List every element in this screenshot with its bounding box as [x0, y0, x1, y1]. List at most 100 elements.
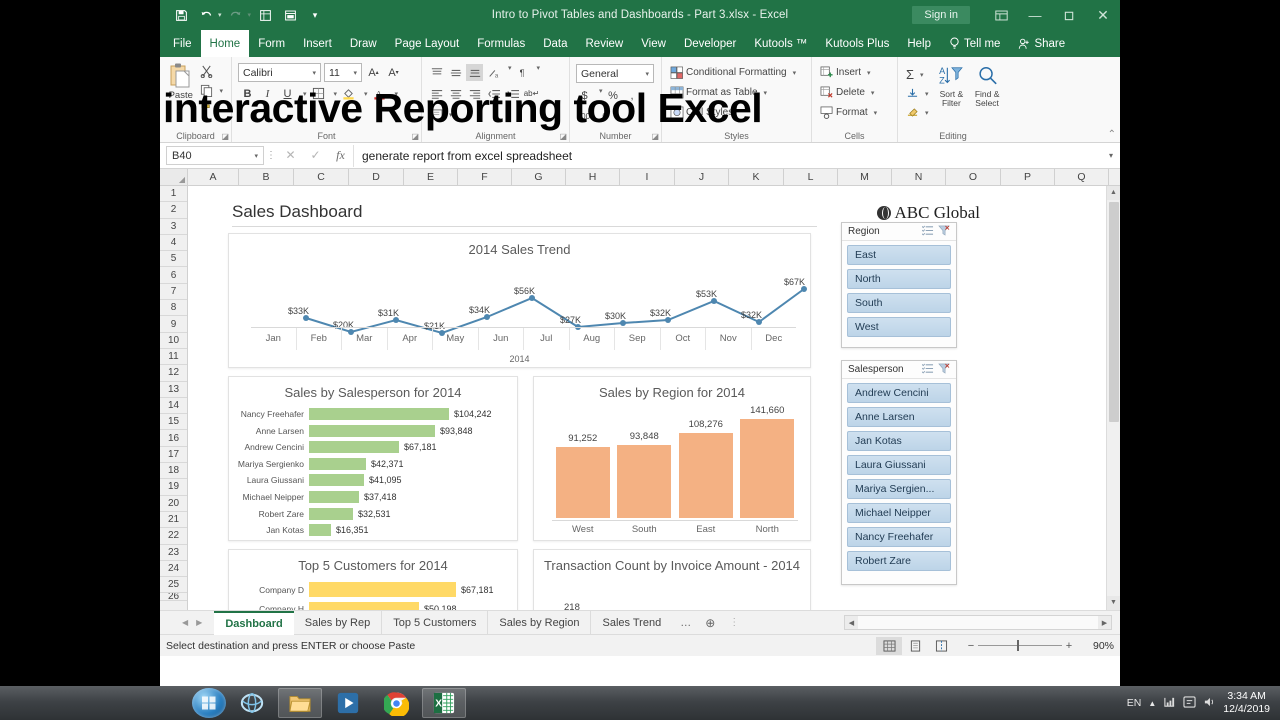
row-header-26[interactable]: 26 — [160, 593, 187, 602]
column-header-P[interactable]: P — [1001, 169, 1055, 185]
paste-button[interactable]: Paste ▾ — [166, 60, 195, 109]
tab-form[interactable]: Form — [249, 30, 294, 57]
insert-function-icon[interactable]: fx — [328, 148, 353, 163]
multi-select-icon[interactable] — [920, 225, 936, 239]
tab-view[interactable]: View — [632, 30, 675, 57]
undo-dropdown-icon[interactable]: ▾ — [218, 11, 222, 19]
decrease-font-size-icon[interactable]: A ▾ — [385, 64, 402, 81]
clear-filter-icon[interactable] — [936, 225, 952, 239]
format-dropdown-icon[interactable]: ▾ — [874, 109, 878, 117]
bold-icon[interactable]: B — [239, 85, 256, 102]
column-header-J[interactable]: J — [675, 169, 729, 185]
conditional-formatting-button[interactable]: Conditional Formatting ▾ — [668, 64, 798, 81]
fill-color-dropdown-icon[interactable]: ▾ — [364, 90, 368, 98]
row-header-18[interactable]: 18 — [160, 463, 187, 480]
expand-formula-bar-icon[interactable]: ▾ — [1102, 151, 1120, 160]
text-direction-dropdown-icon[interactable]: ▾ — [537, 64, 541, 81]
column-header-H[interactable]: H — [566, 169, 620, 185]
name-box[interactable]: B40 ▾ — [166, 146, 264, 165]
ribbon-display-options-icon[interactable] — [984, 0, 1018, 30]
column-header-D[interactable]: D — [349, 169, 404, 185]
row-header-21[interactable]: 21 — [160, 511, 187, 529]
underline-icon[interactable]: U — [279, 85, 296, 102]
collapse-ribbon-icon[interactable]: ⌃ — [1108, 129, 1116, 140]
column-header-C[interactable]: C — [294, 169, 349, 185]
slicer-item-nancy-freehafer[interactable]: Nancy Freehafer — [847, 527, 951, 547]
start-orb[interactable] — [192, 688, 226, 718]
accounting-dropdown-icon[interactable]: ▾ — [599, 87, 603, 104]
column-header-I[interactable]: I — [620, 169, 675, 185]
tab-help[interactable]: Help — [898, 30, 940, 57]
font-dialog-launcher-icon[interactable]: ◪ — [411, 132, 419, 141]
alignment-dialog-launcher-icon[interactable]: ◪ — [559, 132, 567, 141]
touch-mode-icon[interactable] — [279, 4, 301, 26]
font-color-icon[interactable]: A — [371, 85, 388, 102]
copy-button[interactable]: ▾ — [198, 82, 225, 99]
autosum-button[interactable]: Σ ▾ — [904, 66, 931, 83]
clear-button[interactable]: ▾ — [904, 104, 931, 121]
more-sheets-icon[interactable]: … — [672, 617, 699, 629]
fill-button[interactable]: ▾ — [904, 85, 931, 102]
borders-icon[interactable] — [310, 85, 327, 102]
column-header-O[interactable]: O — [946, 169, 1001, 185]
font-name-combo[interactable]: Calibri ▾ — [238, 63, 321, 82]
multi-select-icon[interactable] — [920, 363, 936, 377]
slicer-item-north[interactable]: North — [847, 269, 951, 289]
formula-bar-grip[interactable]: ⋮ — [264, 150, 278, 161]
slicer-item-laura-giussani[interactable]: Laura Giussani — [847, 455, 951, 475]
row-header-22[interactable]: 22 — [160, 528, 187, 545]
italic-icon[interactable]: I — [259, 85, 276, 102]
vertical-scrollbar[interactable]: ▲ ▼ — [1106, 186, 1120, 610]
slicer-item-mariya-sergienko[interactable]: Mariya Sergien... — [847, 479, 951, 499]
share-button[interactable]: Share — [1009, 30, 1074, 57]
zoom-out-icon[interactable]: − — [964, 640, 978, 652]
tab-review[interactable]: Review — [577, 30, 633, 57]
percent-style-icon[interactable]: % — [605, 87, 622, 104]
slicer-salesperson[interactable]: Salesperson Andrew Cencini Anne Larsen J… — [841, 360, 957, 585]
row-header-9[interactable]: 9 — [160, 316, 187, 333]
wrap-text-icon[interactable]: ab↵ — [523, 85, 540, 102]
underline-dropdown-icon[interactable]: ▾ — [303, 90, 307, 98]
restore-icon[interactable] — [1052, 0, 1086, 30]
row-header-14[interactable]: 14 — [160, 397, 187, 415]
slicer-item-south[interactable]: South — [847, 293, 951, 313]
tab-home[interactable]: Home — [200, 30, 250, 57]
column-header-K[interactable]: K — [729, 169, 784, 185]
insert-dropdown-icon[interactable]: ▾ — [867, 69, 871, 77]
text-direction-icon[interactable]: ¶ — [514, 64, 531, 81]
row-header-12[interactable]: 12 — [160, 365, 187, 382]
scroll-left-icon[interactable]: ◀ — [845, 616, 858, 629]
insert-cells-button[interactable]: Insert ▾ — [818, 64, 873, 81]
row-header-11[interactable]: 11 — [160, 348, 187, 366]
cut-button[interactable] — [198, 63, 225, 80]
page-break-preview-icon[interactable] — [928, 637, 954, 655]
tab-draw[interactable]: Draw — [341, 30, 386, 57]
sheet-tab-grip[interactable]: ⋮ — [721, 617, 747, 628]
font-color-dropdown-icon[interactable]: ▾ — [395, 90, 399, 98]
tab-data[interactable]: Data — [534, 30, 576, 57]
column-header-E[interactable]: E — [404, 169, 458, 185]
zoom-thumb[interactable] — [1016, 640, 1019, 651]
save-icon[interactable] — [170, 4, 192, 26]
row-header-8[interactable]: 8 — [160, 300, 187, 317]
clear-filter-icon[interactable] — [936, 363, 952, 377]
column-header-Q[interactable]: Q — [1055, 169, 1109, 185]
row-header-2[interactable]: 2 — [160, 202, 187, 219]
align-center-icon[interactable] — [447, 85, 464, 102]
chrome-icon[interactable] — [374, 688, 418, 718]
show-hidden-icons-icon[interactable]: ▲ — [1148, 699, 1156, 708]
comma-style-icon[interactable]: , — [624, 87, 641, 104]
sheet-tab-top-5-customers[interactable]: Top 5 Customers — [382, 610, 489, 635]
zoom-in-icon[interactable]: + — [1062, 640, 1076, 652]
tab-kutools-plus[interactable]: Kutools Plus — [816, 30, 898, 57]
row-header-4[interactable]: 4 — [160, 234, 187, 252]
quick-print-icon[interactable] — [254, 4, 276, 26]
zoom-level[interactable]: 90% — [1076, 640, 1114, 652]
accounting-format-icon[interactable]: $ — [576, 87, 593, 104]
column-header-L[interactable]: L — [784, 169, 838, 185]
increase-font-size-icon[interactable]: A ▴ — [365, 64, 382, 81]
fill-dropdown-icon[interactable]: ▾ — [925, 90, 929, 98]
customize-quick-access-icon[interactable]: ▾ — [304, 4, 326, 26]
chart-transaction-count[interactable]: Transaction Count by Invoice Amount - 20… — [533, 549, 811, 610]
slicer-item-jan-kotas[interactable]: Jan Kotas — [847, 431, 951, 451]
